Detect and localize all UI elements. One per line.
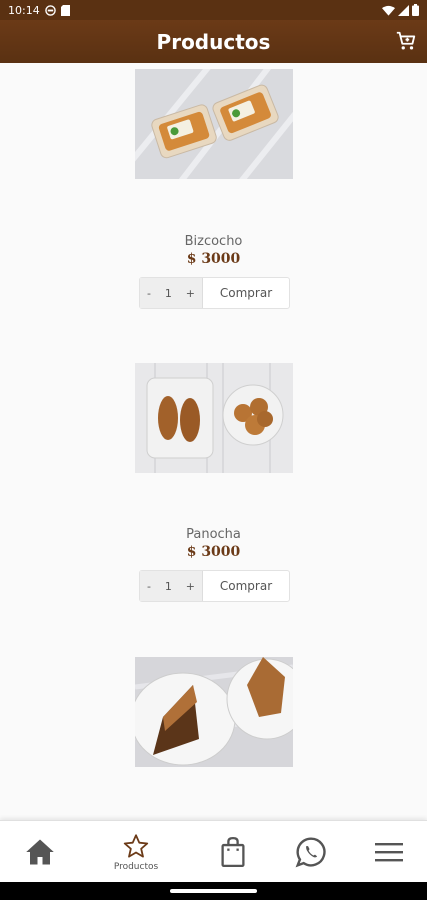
whatsapp-icon (295, 837, 326, 868)
quantity-value: 1 (164, 579, 172, 593)
sim-card-icon (60, 4, 70, 16)
decrement-button[interactable]: - (147, 287, 151, 300)
vpn-icon (44, 4, 56, 16)
decrement-button[interactable]: - (147, 580, 151, 593)
home-icon (26, 839, 54, 865)
page-title: Productos (156, 29, 271, 54)
shopping-bag-icon (221, 837, 245, 867)
battery-icon (412, 4, 419, 16)
product-price: $ 3000 (186, 544, 241, 560)
increment-button[interactable]: + (186, 580, 195, 593)
product-image-bizcocho[interactable] (135, 69, 293, 179)
app-bar: Productos (0, 20, 427, 63)
quantity-stepper: - 1 + (140, 571, 203, 601)
nav-home[interactable] (0, 821, 80, 883)
status-time: 10:14 (8, 3, 40, 17)
quantity-value: 1 (164, 286, 172, 300)
nav-menu[interactable] (349, 821, 427, 883)
product-list[interactable]: Bizcocho $ 3000 - 1 + Comprar Panocha $ … (0, 63, 427, 820)
product-image-panocha[interactable] (135, 363, 293, 473)
buy-button[interactable]: Comprar (203, 571, 289, 601)
product-name: Panocha (186, 527, 241, 542)
nav-products[interactable]: Productos (96, 821, 176, 883)
signal-icon (398, 4, 409, 16)
star-icon (123, 833, 149, 858)
nav-bag[interactable] (193, 821, 273, 883)
product-price: $ 3000 (186, 251, 241, 267)
increment-button[interactable]: + (186, 287, 195, 300)
purchase-control: - 1 + Comprar (139, 570, 290, 602)
nav-products-label: Productos (113, 861, 159, 872)
purchase-control: - 1 + Comprar (139, 277, 290, 309)
home-gesture-handle[interactable] (170, 889, 257, 893)
status-bar: 10:14 (0, 0, 427, 20)
system-navigation-bar (0, 882, 427, 900)
product-name: Bizcocho (184, 234, 243, 249)
nav-whatsapp[interactable] (271, 821, 351, 883)
cart-icon[interactable] (395, 30, 417, 52)
buy-button[interactable]: Comprar (203, 278, 289, 308)
bottom-navigation: Productos (0, 820, 427, 882)
menu-icon (375, 843, 403, 862)
quantity-stepper: - 1 + (140, 278, 203, 308)
wifi-icon (382, 5, 395, 16)
product-image[interactable] (135, 657, 293, 767)
